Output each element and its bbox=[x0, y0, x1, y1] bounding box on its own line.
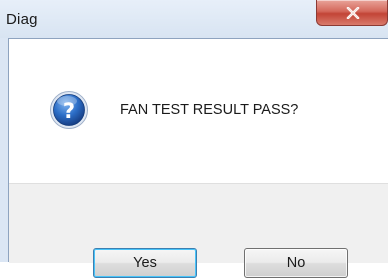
no-button[interactable]: No bbox=[244, 248, 348, 278]
svg-text:?: ? bbox=[63, 99, 75, 123]
close-x-icon bbox=[346, 7, 360, 19]
window-title: Diag bbox=[6, 11, 38, 28]
button-bar: Yes No bbox=[9, 183, 388, 278]
close-button[interactable] bbox=[316, 0, 388, 26]
message-area: ? FAN TEST RESULT PASS? bbox=[9, 39, 388, 183]
dialog-window: Diag ? FAN TEST RESULT PASS? Yes No bbox=[0, 0, 388, 278]
question-icon: ? bbox=[50, 91, 88, 129]
title-bar[interactable]: Diag bbox=[0, 0, 388, 38]
message-text: FAN TEST RESULT PASS? bbox=[120, 102, 299, 118]
dialog-client-area: ? FAN TEST RESULT PASS? Yes No bbox=[8, 38, 388, 278]
yes-button[interactable]: Yes bbox=[93, 248, 197, 278]
